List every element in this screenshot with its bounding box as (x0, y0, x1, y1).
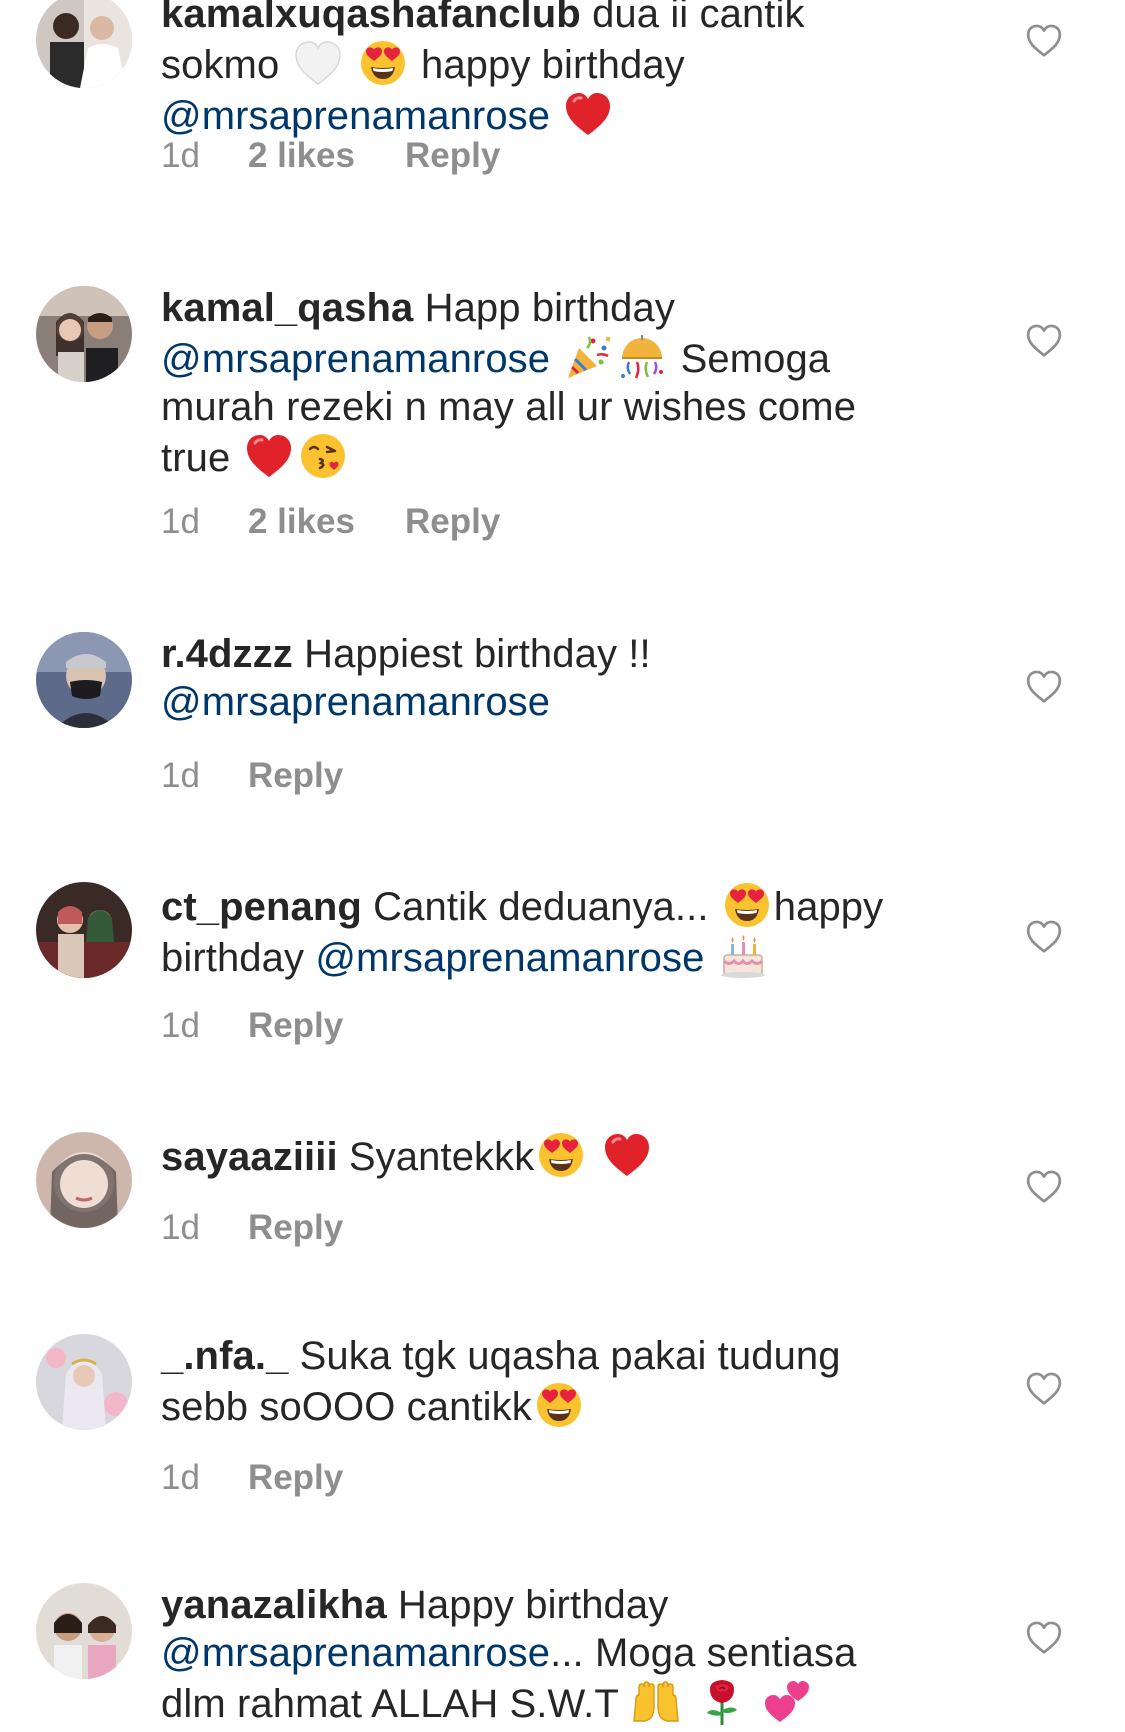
comment-text: yanazalikha Happy birthday @mrsaprenaman… (161, 1581, 921, 1728)
comment-text-part: Syantekkk (348, 1135, 535, 1179)
reply-button[interactable]: Reply (405, 502, 500, 542)
comment-text: sayaaziiii Syantekkk (161, 1130, 921, 1181)
comment-timestamp: 1d (161, 1006, 200, 1045)
mention-link[interactable]: @mrsaprenamanrose (161, 337, 550, 381)
birthday-cake-icon (718, 931, 768, 981)
avatar[interactable] (36, 286, 132, 382)
raising-hands-icon (631, 1677, 681, 1727)
heart-eyes-icon (358, 38, 408, 88)
avatar[interactable] (36, 1583, 132, 1679)
mention-link[interactable]: @mrsaprenamanrose (161, 1631, 550, 1675)
comment-likes[interactable]: 2 likes (248, 136, 355, 176)
heart-eyes-icon (534, 1380, 584, 1430)
white-heart-icon (293, 38, 343, 88)
comment-meta: 1d 2 likes Reply (161, 502, 500, 542)
comment-username[interactable]: ct_penang (161, 885, 362, 929)
heart-eyes-icon (536, 1130, 586, 1180)
comment-text: kamalxuqashafanclub dua ii cantik sokmo … (161, 0, 921, 140)
comment-text: ct_penang Cantik deduanya... happy birth… (161, 880, 921, 982)
comment-text-part: Happy birthday (397, 1583, 669, 1627)
comment-username[interactable]: _.nfa._ (161, 1334, 288, 1378)
comment-text-part: Happiest birthday !! (304, 632, 651, 676)
reply-button[interactable]: Reply (248, 1208, 343, 1248)
like-heart-icon[interactable] (1024, 1168, 1064, 1206)
reply-button[interactable]: Reply (248, 756, 343, 796)
comment-text: kamal_qasha Happ birthday @mrsaprenamanr… (161, 284, 921, 482)
comment-text-part: Cantik deduanya... (373, 885, 709, 929)
comment-text: r.4dzzz Happiest birthday !! @mrsaprenam… (161, 630, 921, 726)
comment-meta: 1d Reply (161, 1458, 343, 1498)
comment-username[interactable]: kamalxuqashafanclub (161, 0, 581, 36)
comment-timestamp: 1d (161, 1208, 200, 1247)
red-heart-icon (244, 431, 294, 481)
like-heart-icon[interactable] (1024, 1619, 1064, 1657)
avatar[interactable] (36, 882, 132, 978)
mention-link[interactable]: @mrsaprenamanrose (161, 94, 550, 138)
comment-username[interactable]: r.4dzzz (161, 632, 293, 676)
comment-timestamp: 1d (161, 1458, 200, 1497)
comment-timestamp: 1d (161, 756, 200, 795)
confetti-ball-icon (617, 332, 667, 382)
comment-timestamp: 1d (161, 502, 200, 541)
kissing-face-icon (298, 431, 348, 481)
like-heart-icon[interactable] (1024, 668, 1064, 706)
comment-meta: 1d Reply (161, 1006, 343, 1046)
comment-meta: 1d Reply (161, 756, 343, 796)
comment-meta: 1d 2 likes Reply (161, 136, 500, 176)
avatar[interactable] (36, 632, 132, 728)
avatar[interactable] (36, 1334, 132, 1430)
comment-username[interactable]: kamal_qasha (161, 286, 413, 330)
comment-username[interactable]: yanazalikha (161, 1583, 387, 1627)
comment-text: _.nfa._ Suka tgk uqasha pakai tudung seb… (161, 1332, 921, 1431)
reply-button[interactable]: Reply (248, 1458, 343, 1498)
avatar[interactable] (36, 1132, 132, 1228)
reply-button[interactable]: Reply (248, 1006, 343, 1046)
red-heart-icon (602, 1130, 652, 1180)
avatar[interactable] (36, 0, 132, 88)
comment-timestamp: 1d (161, 136, 200, 175)
two-hearts-icon (762, 1677, 812, 1727)
comment-likes[interactable]: 2 likes (248, 502, 355, 542)
like-heart-icon[interactable] (1024, 22, 1064, 60)
red-heart-icon (563, 89, 613, 139)
heart-eyes-icon (722, 880, 772, 930)
comment-text-part: happy birthday (420, 43, 685, 87)
like-heart-icon[interactable] (1024, 918, 1064, 956)
comment-meta: 1d Reply (161, 1208, 343, 1248)
like-heart-icon[interactable] (1024, 322, 1064, 360)
mention-link[interactable]: @mrsaprenamanrose (315, 936, 704, 980)
party-popper-icon (563, 332, 613, 382)
rose-icon (697, 1677, 747, 1727)
like-heart-icon[interactable] (1024, 1370, 1064, 1408)
reply-button[interactable]: Reply (405, 136, 500, 176)
comment-username[interactable]: sayaaziiii (161, 1135, 338, 1179)
mention-link[interactable]: @mrsaprenamanrose (161, 680, 550, 724)
comment-text-part: Happ birthday (424, 286, 675, 330)
